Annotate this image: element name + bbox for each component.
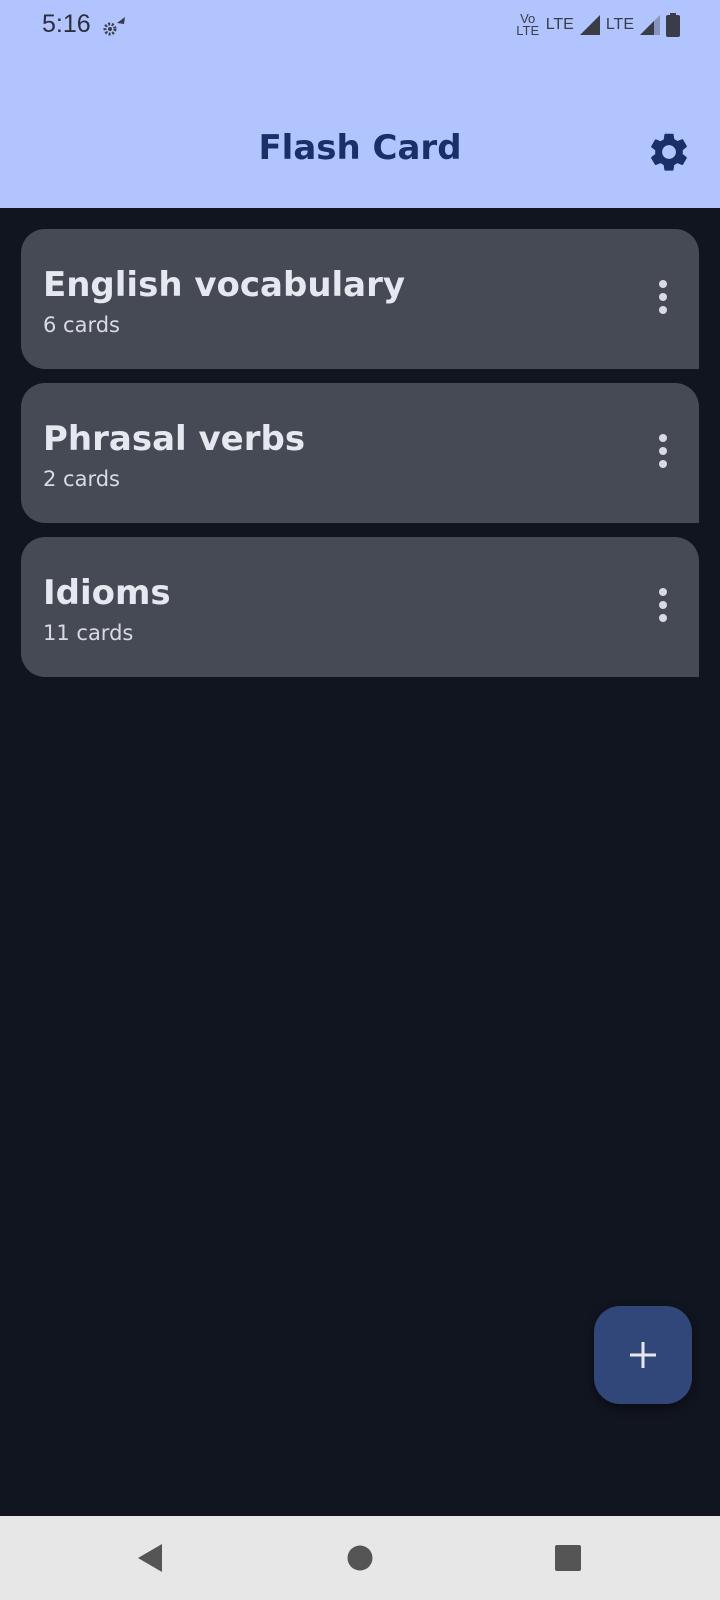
add-deck-button[interactable]	[594, 1306, 692, 1404]
more-vert-icon[interactable]	[645, 277, 681, 317]
status-indicators: Vo LTE LTE LTE	[516, 10, 680, 40]
lte-label-1: LTE	[545, 16, 574, 33]
battery-icon	[666, 13, 680, 37]
signal-icon	[640, 15, 660, 35]
more-vert-icon[interactable]	[645, 431, 681, 471]
deck-name: Phrasal verbs	[43, 419, 306, 459]
home-circle-icon[interactable]	[338, 1536, 382, 1580]
deck-card-count: 6 cards	[43, 313, 120, 337]
volte-label: Vo LTE	[516, 11, 540, 38]
deck-card-idioms[interactable]: Idioms 11 cards	[21, 537, 699, 677]
settings-notification-icon	[103, 17, 125, 36]
deck-card-count: 2 cards	[43, 467, 120, 491]
status-time: 5:16	[42, 10, 91, 38]
more-vert-icon[interactable]	[645, 585, 681, 625]
system-nav-bar	[0, 1516, 720, 1600]
deck-card-phrasal-verbs[interactable]: Phrasal verbs 2 cards	[21, 383, 699, 523]
deck-list: English vocabulary 6 cards Phrasal verbs…	[21, 229, 699, 691]
deck-name: Idioms	[43, 573, 171, 613]
deck-card-english-vocabulary[interactable]: English vocabulary 6 cards	[21, 229, 699, 369]
settings-gear-icon[interactable]	[646, 129, 692, 175]
top-app-bar: 5:16 Vo LTE LTE LTE Flash Card	[0, 0, 720, 208]
app-title: Flash Card	[258, 128, 462, 168]
recents-square-icon[interactable]	[546, 1536, 590, 1580]
deck-card-count: 11 cards	[43, 621, 134, 645]
plus-icon	[630, 1342, 656, 1368]
deck-name: English vocabulary	[43, 265, 406, 305]
lte-label-2: LTE	[605, 16, 634, 33]
signal-icon	[579, 15, 600, 35]
back-triangle-icon[interactable]	[128, 1536, 172, 1580]
